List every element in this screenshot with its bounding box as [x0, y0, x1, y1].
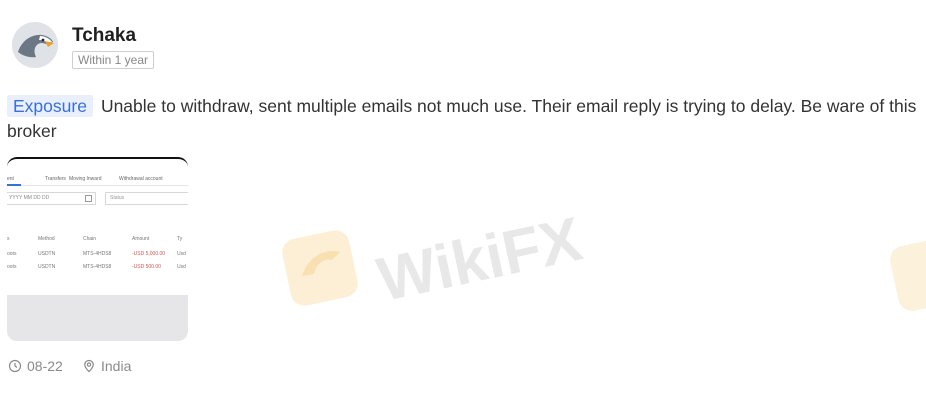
thumb-tab-divider	[7, 185, 188, 186]
wikifx-logo-icon	[890, 239, 926, 311]
thumb-col-header: Chain	[83, 236, 97, 242]
thumb-tab: ent	[7, 176, 14, 182]
thumb-cell: MTS-4HDS8	[83, 251, 112, 257]
clock-icon	[8, 359, 22, 373]
thumb-tab: Moving Inward	[69, 176, 102, 182]
thumb-cell: USDTN	[38, 251, 56, 257]
thumb-date-text: YYYY MM DD DD	[9, 195, 50, 201]
thumb-cell: Usd	[177, 264, 186, 270]
review-content: Unable to withdraw, sent multiple emails…	[7, 96, 917, 141]
thumb-table-header: s Method Chain Amount Ty	[7, 235, 188, 243]
thumb-status-select: Status	[105, 192, 188, 205]
thumb-cell-amount: -USD 5,000.00	[132, 251, 166, 257]
attachment-thumbnail[interactable]: ent Transfers Moving Inward Withdrawal a…	[7, 157, 188, 341]
thumb-footer	[7, 295, 188, 341]
location-text: India	[101, 358, 132, 374]
wikifx-watermark: WikiFX	[282, 196, 612, 316]
thumb-date-range: YYYY MM DD DD	[7, 192, 96, 205]
eagle-avatar-icon	[12, 22, 58, 68]
thumb-status-text: Status	[110, 195, 125, 201]
thumb-cell: oots	[7, 264, 17, 270]
post-date: 08-22	[8, 358, 63, 374]
thumb-tab: Withdrawal account	[119, 176, 163, 182]
watermark-text: WikiFX	[372, 205, 588, 315]
time-badge: Within 1 year	[72, 51, 155, 69]
review-text: Exposure Unable to withdraw, sent multipl…	[7, 94, 919, 144]
thumb-table-row: oots USDTN MTS-4HDS8 -USD 500.00 Usd	[7, 263, 188, 271]
thumb-col-header: Method	[38, 236, 55, 242]
date-text: 08-22	[27, 358, 63, 374]
thumb-cell: oots	[7, 251, 17, 257]
avatar[interactable]	[12, 22, 58, 68]
calendar-icon	[85, 195, 92, 202]
thumb-cell: MTS-4HDS8	[83, 264, 112, 270]
thumb-cell: USDTN	[38, 264, 56, 270]
wikifx-watermark-partial	[890, 236, 926, 316]
thumb-tab: Transfers	[45, 176, 66, 182]
thumb-col-header: Ty	[177, 236, 183, 242]
thumb-cell: Usd	[177, 251, 186, 257]
post-location: India	[82, 358, 131, 374]
thumb-table-row: oots USDTN MTS-4HDS8 -USD 5,000.00 Usd	[7, 250, 188, 258]
wikifx-logo-icon: WikiFX	[282, 205, 588, 315]
thumb-col-header: s	[7, 236, 10, 242]
thumb-col-header: Amount	[132, 236, 150, 242]
author-name[interactable]: Tchaka	[72, 25, 136, 47]
thumb-cell-amount: -USD 500.00	[132, 264, 161, 270]
location-pin-icon	[84, 359, 94, 373]
thumb-tab-active-indicator	[7, 184, 21, 186]
exposure-tag[interactable]: Exposure	[7, 95, 93, 117]
